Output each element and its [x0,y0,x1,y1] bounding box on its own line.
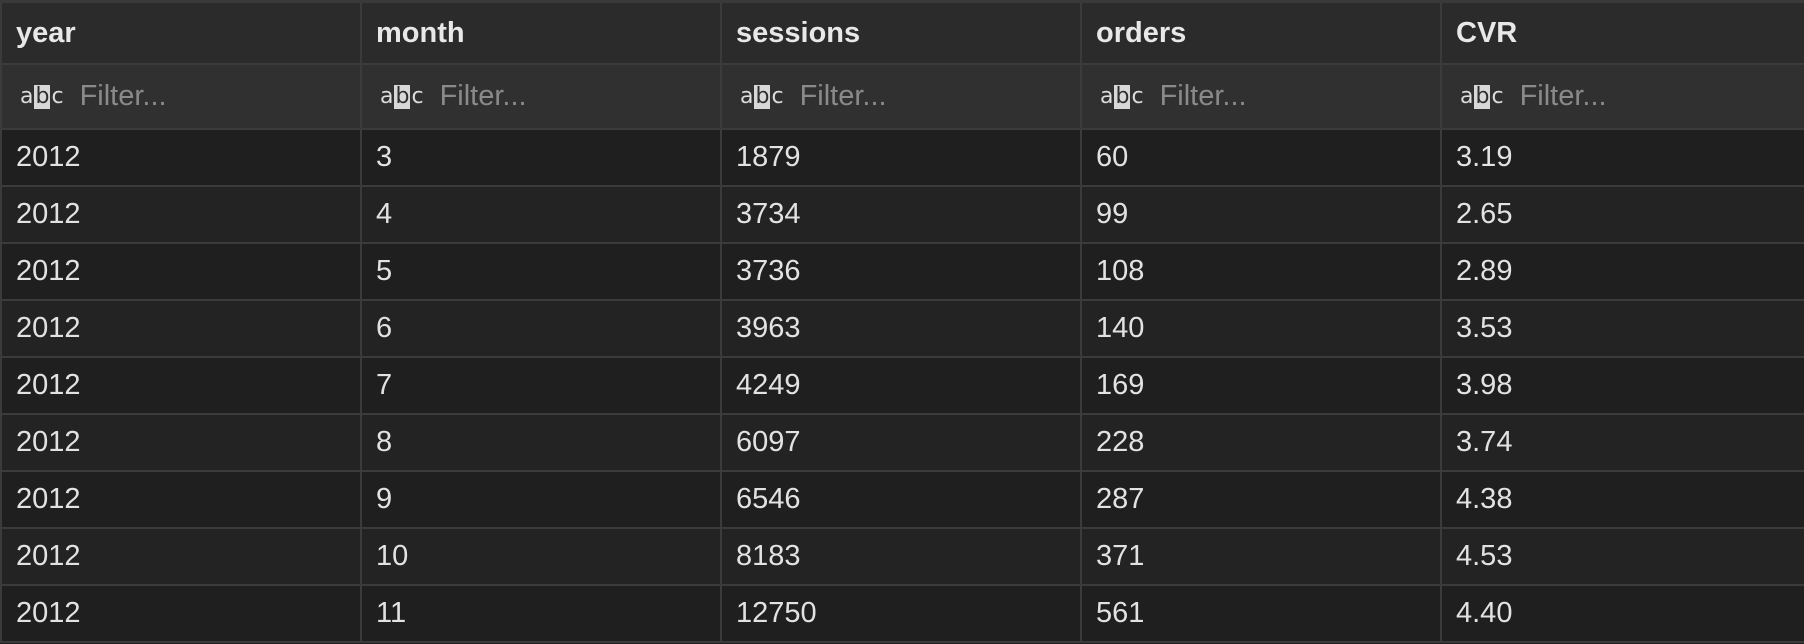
cell-year[interactable]: 2012 [0,414,362,472]
cell-orders[interactable]: 561 [1081,585,1442,643]
filter-cell-year: abc [0,64,362,130]
cell-orders[interactable]: 287 [1081,471,1442,529]
filter-row: abc abc abc [0,64,1804,130]
table-row[interactable]: 2012 6 3963 140 3.53 [0,300,1804,358]
table-row[interactable]: 2012 8 6097 228 3.74 [0,414,1804,472]
column-header-year[interactable]: year [0,3,362,65]
cell-year[interactable]: 2012 [0,585,362,643]
cell-cvr[interactable]: 3.98 [1441,357,1804,415]
filter-cell-orders: abc [1081,64,1442,130]
header-row: year month sessions orders CVR [0,3,1804,65]
cell-month[interactable]: 6 [361,300,722,358]
cell-orders[interactable]: 169 [1081,357,1442,415]
abc-text-type-icon: abc [20,83,64,109]
cell-cvr[interactable]: 3.53 [1441,300,1804,358]
cell-month[interactable]: 5 [361,243,722,301]
cell-sessions[interactable]: 1879 [721,129,1082,187]
cell-orders[interactable]: 371 [1081,528,1442,586]
cell-sessions[interactable]: 3734 [721,186,1082,244]
cell-cvr[interactable]: 2.65 [1441,186,1804,244]
filter-cell-cvr: abc [1441,64,1804,130]
cell-month[interactable]: 9 [361,471,722,529]
table-row[interactable]: 2012 5 3736 108 2.89 [0,243,1804,301]
table-row[interactable]: 2012 3 1879 60 3.19 [0,129,1804,187]
cell-orders[interactable]: 140 [1081,300,1442,358]
cell-month[interactable]: 4 [361,186,722,244]
table-row[interactable]: 2012 10 8183 371 4.53 [0,528,1804,586]
cell-month[interactable]: 3 [361,129,722,187]
cell-orders[interactable]: 228 [1081,414,1442,472]
cell-cvr[interactable]: 3.74 [1441,414,1804,472]
filter-input-orders[interactable] [1159,80,1420,113]
cell-cvr[interactable]: 4.38 [1441,471,1804,529]
filter-cell-month: abc [361,64,722,130]
cell-sessions[interactable]: 6546 [721,471,1082,529]
table-row[interactable]: 2012 7 4249 169 3.98 [0,357,1804,415]
cell-year[interactable]: 2012 [0,357,362,415]
cell-sessions[interactable]: 12750 [721,585,1082,643]
cell-year[interactable]: 2012 [0,129,362,187]
cell-month[interactable]: 8 [361,414,722,472]
abc-text-type-icon: abc [740,83,784,109]
column-header-sessions[interactable]: sessions [721,3,1082,65]
cell-month[interactable]: 10 [361,528,722,586]
filter-input-month[interactable] [439,80,700,113]
column-header-cvr[interactable]: CVR [1441,3,1804,65]
cell-orders[interactable]: 108 [1081,243,1442,301]
cell-cvr[interactable]: 2.89 [1441,243,1804,301]
filter-input-cvr[interactable] [1519,80,1780,113]
abc-text-type-icon: abc [380,83,424,109]
abc-text-type-icon: abc [1460,83,1504,109]
table-row[interactable]: 2012 9 6546 287 4.38 [0,471,1804,529]
cell-month[interactable]: 7 [361,357,722,415]
filter-input-year[interactable] [79,80,340,113]
cell-year[interactable]: 2012 [0,300,362,358]
cell-sessions[interactable]: 3736 [721,243,1082,301]
cell-year[interactable]: 2012 [0,243,362,301]
cell-sessions[interactable]: 3963 [721,300,1082,358]
table-row[interactable]: 2012 4 3734 99 2.65 [0,186,1804,244]
filter-input-sessions[interactable] [799,80,1060,113]
cell-year[interactable]: 2012 [0,186,362,244]
cell-sessions[interactable]: 8183 [721,528,1082,586]
filter-cell-sessions: abc [721,64,1082,130]
data-grid: year month sessions orders CVR abc abc [0,0,1804,644]
column-header-orders[interactable]: orders [1081,3,1442,65]
abc-text-type-icon: abc [1100,83,1144,109]
cell-cvr[interactable]: 4.40 [1441,585,1804,643]
cell-year[interactable]: 2012 [0,471,362,529]
cell-sessions[interactable]: 4249 [721,357,1082,415]
column-header-month[interactable]: month [361,3,722,65]
cell-year[interactable]: 2012 [0,528,362,586]
cell-month[interactable]: 11 [361,585,722,643]
cell-orders[interactable]: 99 [1081,186,1442,244]
table-row[interactable]: 2012 11 12750 561 4.40 [0,585,1804,643]
cell-sessions[interactable]: 6097 [721,414,1082,472]
cell-orders[interactable]: 60 [1081,129,1442,187]
results-table: year month sessions orders CVR abc abc [0,3,1804,643]
cell-cvr[interactable]: 3.19 [1441,129,1804,187]
cell-cvr[interactable]: 4.53 [1441,528,1804,586]
